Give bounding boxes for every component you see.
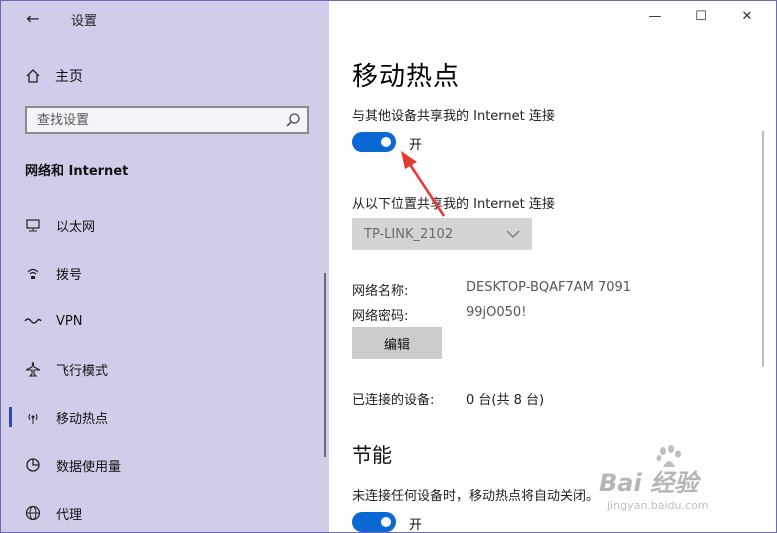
baidu-watermark: Bai 经验 jingyan.baidu.com xyxy=(599,441,769,521)
settings-window: ← 设置 主页 网络和 Internet 以太网 拨号 VPN 飞行模式 xyxy=(0,0,777,533)
watermark-text: Bai 经验 xyxy=(599,469,699,497)
watermark-url: jingyan.baidu.com xyxy=(607,499,709,512)
